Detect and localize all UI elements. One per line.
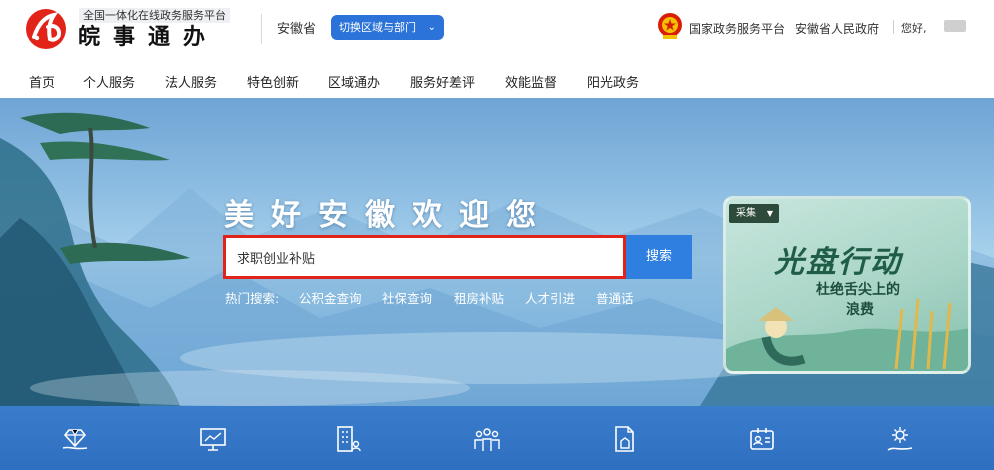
hot-search-social-security[interactable]: 社保查询 <box>382 288 432 307</box>
nav-item-innovation[interactable]: 特色创新 <box>247 72 299 91</box>
caret-down-icon: ▼ <box>766 209 773 218</box>
monitor-chart-icon[interactable] <box>198 424 228 454</box>
diamond-hand-icon[interactable] <box>60 424 90 454</box>
promo-tag-label: 采集 <box>736 208 756 219</box>
logo-subtitle: 全国一体化在线政务服务平台 <box>79 8 230 23</box>
hot-search-rent-subsidy[interactable]: 租房补贴 <box>454 288 504 307</box>
user-name-redacted[interactable] <box>944 20 966 32</box>
site-header: 全国一体化在线政务服务平台 皖事通办 安徽省 切换区域与部门 ⌄ 国家政务服务平… <box>0 0 994 62</box>
nav-item-open-government[interactable]: 阳光政务 <box>587 72 639 91</box>
current-province: 安徽省 <box>277 22 317 37</box>
nav-item-personal[interactable]: 个人服务 <box>83 72 135 91</box>
document-building-icon[interactable] <box>610 424 640 454</box>
promo-line-2: 浪费 <box>846 302 874 318</box>
service-shortcut-bar <box>0 406 994 470</box>
search-input[interactable] <box>226 238 623 276</box>
search-box <box>223 235 626 279</box>
nav-item-corporate[interactable]: 法人服务 <box>165 72 217 91</box>
people-group-icon[interactable] <box>472 424 502 454</box>
nav-item-evaluation[interactable]: 服务好差评 <box>410 72 475 91</box>
national-emblem-icon <box>658 13 682 39</box>
id-card-icon[interactable] <box>747 424 777 454</box>
promo-title: 光盘行动 <box>774 245 902 280</box>
nav-item-home[interactable]: 首页 <box>29 72 55 91</box>
nav-item-supervision[interactable]: 效能监督 <box>505 72 557 91</box>
hot-search-label: 热门搜索: <box>225 291 280 306</box>
promo-tag[interactable]: 采集 ▼ <box>729 204 779 223</box>
main-nav: 首页 个人服务 法人服务 特色创新 区域通办 服务好差评 效能监督 阳光政务 <box>0 62 994 98</box>
header-divider-right <box>893 20 894 34</box>
building-people-icon[interactable] <box>333 424 363 454</box>
switch-region-label: 切换区域与部门 <box>339 21 416 34</box>
promo-line-1: 杜绝舌尖上的 <box>816 282 900 298</box>
switch-region-button[interactable]: 切换区域与部门 ⌄ <box>331 15 444 40</box>
header-divider <box>261 14 262 44</box>
province-government-link[interactable]: 安徽省人民政府 <box>795 20 879 37</box>
welcome-slogan: 美好安徽欢迎您 <box>224 198 553 233</box>
hot-search-talent[interactable]: 人才引进 <box>525 288 575 307</box>
promo-card[interactable]: 采集 ▼ 光盘行动 杜绝舌尖上的 浪费 <box>723 196 971 374</box>
search-button[interactable]: 搜索 <box>626 235 692 279</box>
hot-search-fund[interactable]: 公积金查询 <box>299 288 362 307</box>
logo-title[interactable]: 皖事通办 <box>78 24 218 52</box>
chevron-down-icon: ⌄ <box>427 22 436 33</box>
site-logo-icon[interactable] <box>24 7 72 51</box>
user-greeting: 您好, <box>901 22 927 35</box>
national-platform-link[interactable]: 国家政务服务平台 <box>689 20 785 37</box>
nav-item-regional[interactable]: 区域通办 <box>328 72 380 91</box>
gear-hand-icon[interactable] <box>885 424 915 454</box>
hot-search-mandarin[interactable]: 普通话 <box>596 288 634 307</box>
hero-banner: 美好安徽欢迎您 搜索 热门搜索: 公积金查询 社保查询 租房补贴 人才引进 普通… <box>0 98 994 406</box>
